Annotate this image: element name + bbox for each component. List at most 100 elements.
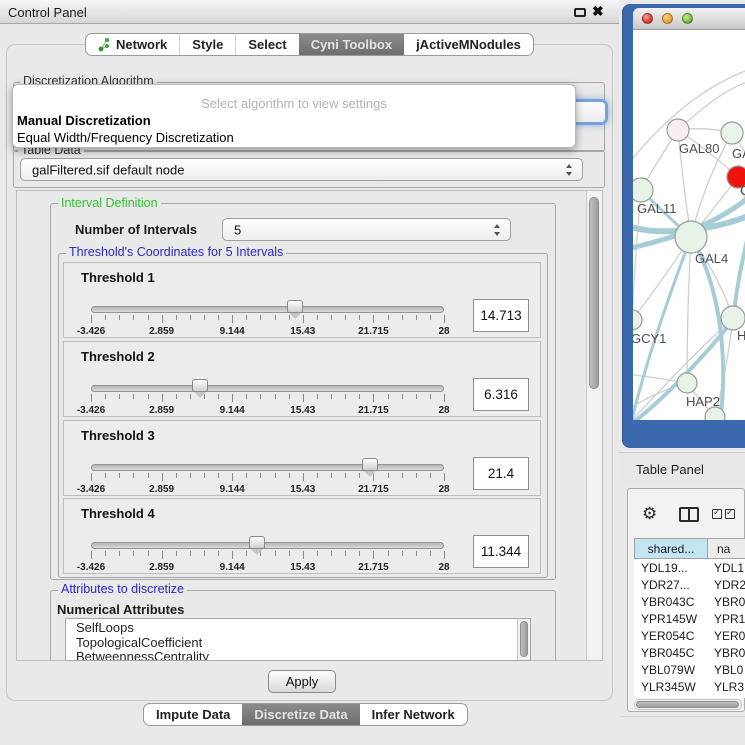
- attribute-item-betweennesscentrality[interactable]: BetweennessCentrality: [66, 650, 530, 661]
- table-data-combobox[interactable]: galFiltered.sif default node: [20, 158, 583, 181]
- cell-name[interactable]: YIL0: [714, 697, 739, 698]
- algorithm-option-equal-width-frequency[interactable]: Equal Width/Frequency Discretization: [17, 130, 234, 145]
- horizontal-scrollbar[interactable]: [634, 699, 742, 710]
- tab-label: Select: [248, 37, 286, 52]
- network-node-gcy1[interactable]: [633, 310, 642, 330]
- cell-name[interactable]: YPR1: [714, 612, 745, 626]
- network-node-ga[interactable]: [721, 122, 743, 144]
- cell-shared-name[interactable]: YPR145W: [641, 612, 697, 626]
- slider-thumb[interactable]: [192, 379, 208, 392]
- attribute-item-topologicalcoefficient[interactable]: TopologicalCoefficient: [66, 636, 530, 651]
- attributes-list-scrollbar[interactable]: [517, 619, 530, 660]
- network-view-window[interactable]: GAL80GACGAL11GAL4GCY1HHAP2: [622, 4, 745, 448]
- threshold-value-field[interactable]: 21.4: [473, 457, 529, 490]
- tab-impute-data[interactable]: Impute Data: [144, 704, 242, 725]
- vertical-scrollbar-thumb[interactable]: [589, 197, 599, 389]
- table-row[interactable]: YBL079W YBL0: [634, 661, 745, 678]
- slider-thumb[interactable]: [362, 458, 378, 471]
- float-window-icon[interactable]: [574, 8, 586, 17]
- column-layout-icon[interactable]: [679, 507, 699, 522]
- tab-jactivemnodules[interactable]: jActiveMNodules: [404, 34, 533, 55]
- network-node-h[interactable]: [721, 306, 745, 330]
- table-row[interactable]: YBR045C YBR0: [634, 644, 745, 661]
- column-header-shared[interactable]: shared...: [634, 538, 708, 559]
- cell-name[interactable]: YBR0: [714, 646, 745, 660]
- horizontal-scrollbar-thumb[interactable]: [636, 701, 739, 708]
- table-row[interactable]: YIL052C YIL0: [634, 695, 745, 698]
- minimize-traffic-light-icon[interactable]: [662, 13, 673, 24]
- minor-tick: [402, 551, 403, 556]
- table-row[interactable]: YBR043C YBR0: [634, 593, 745, 610]
- checkbox-icon[interactable]: [712, 509, 722, 519]
- minor-tick: [148, 315, 149, 320]
- slider-thumb[interactable]: [287, 300, 303, 313]
- combo-spinner-icon[interactable]: [566, 164, 573, 176]
- slider-track[interactable]: [91, 306, 444, 313]
- minor-tick: [331, 315, 332, 320]
- network-edge[interactable]: [633, 237, 691, 420]
- cell-shared-name[interactable]: YBR045C: [641, 646, 694, 660]
- cell-name[interactable]: YBR0: [714, 595, 745, 609]
- attributes-list-scrollbar-thumb[interactable]: [520, 621, 528, 657]
- apply-button[interactable]: Apply: [268, 670, 336, 693]
- slider-thumb[interactable]: [249, 536, 265, 549]
- minor-tick: [190, 551, 191, 556]
- cell-shared-name[interactable]: YBL079W: [641, 663, 695, 677]
- network-canvas[interactable]: GAL80GACGAL11GAL4GCY1HHAP2: [633, 30, 745, 420]
- gear-icon[interactable]: ⚙: [642, 505, 657, 522]
- tab-style[interactable]: Style: [179, 34, 235, 55]
- minor-tick: [388, 315, 389, 320]
- network-node-hap2[interactable]: [677, 373, 697, 393]
- network-node-gal4[interactable]: [675, 221, 707, 253]
- table-row[interactable]: YER054C YER0: [634, 627, 745, 644]
- cell-name[interactable]: YDL1: [714, 561, 744, 575]
- attribute-item-selfloops[interactable]: SelfLoops: [66, 621, 530, 636]
- tab-infer-network[interactable]: Infer Network: [360, 704, 467, 725]
- cell-name[interactable]: YDR2: [714, 578, 745, 592]
- tab-network[interactable]: Network: [86, 34, 179, 55]
- cell-shared-name[interactable]: YIL052C: [641, 697, 688, 698]
- column-header-na[interactable]: na: [708, 538, 745, 559]
- minor-tick: [148, 394, 149, 399]
- network-window-titlebar[interactable]: [633, 8, 745, 30]
- tab-cyni-toolbox[interactable]: Cyni Toolbox: [299, 34, 404, 55]
- cell-name[interactable]: YER0: [714, 629, 745, 643]
- cell-name[interactable]: YBL0: [714, 663, 743, 677]
- minor-tick: [402, 315, 403, 320]
- table-row[interactable]: YPR145W YPR1: [634, 610, 745, 627]
- tick-label: 2.859: [149, 326, 174, 337]
- cell-shared-name[interactable]: YDR27...: [641, 578, 690, 592]
- threshold-value-field[interactable]: 11.344: [473, 535, 529, 568]
- major-tick: [162, 394, 163, 402]
- threshold-value-field[interactable]: 14.713: [473, 299, 529, 332]
- vertical-scrollbar[interactable]: [586, 191, 602, 660]
- zoom-traffic-light-icon[interactable]: [682, 13, 693, 24]
- slider-track[interactable]: [91, 385, 444, 392]
- cell-shared-name[interactable]: YLR345W: [641, 680, 696, 694]
- slider-track[interactable]: [91, 542, 444, 549]
- close-traffic-light-icon[interactable]: [642, 13, 653, 24]
- network-edge[interactable]: [734, 236, 745, 314]
- threshold-value-field[interactable]: 6.316: [473, 378, 529, 411]
- combo-spinner-icon[interactable]: [494, 224, 501, 236]
- network-node-gal11[interactable]: [633, 178, 653, 202]
- numerical-attributes-label: Numerical Attributes: [57, 602, 184, 617]
- cell-name[interactable]: YLR3: [714, 680, 744, 694]
- major-tick: [232, 473, 233, 481]
- tab-discretize-data[interactable]: Discretize Data: [242, 704, 359, 725]
- checkbox-icon[interactable]: [725, 509, 735, 519]
- algorithm-option-manual-discretization[interactable]: Manual Discretization: [17, 113, 151, 128]
- tab-select[interactable]: Select: [235, 34, 298, 55]
- table-row[interactable]: YLR345W YLR3: [634, 678, 745, 695]
- cell-shared-name[interactable]: YDL19...: [641, 561, 688, 575]
- network-node-gal80[interactable]: [667, 119, 689, 141]
- close-icon[interactable]: ✖: [592, 3, 604, 20]
- slider-track[interactable]: [91, 464, 444, 471]
- tick-label: -3.426: [77, 405, 105, 416]
- cell-shared-name[interactable]: YER054C: [641, 629, 694, 643]
- table-row[interactable]: YDR27... YDR2: [634, 576, 745, 593]
- numerical-attributes-list[interactable]: SelfLoopsTopologicalCoefficientBetweenne…: [65, 618, 531, 661]
- number-of-intervals-combobox[interactable]: 5: [222, 218, 511, 241]
- table-row[interactable]: YDL19... YDL1: [634, 559, 745, 576]
- cell-shared-name[interactable]: YBR043C: [641, 595, 694, 609]
